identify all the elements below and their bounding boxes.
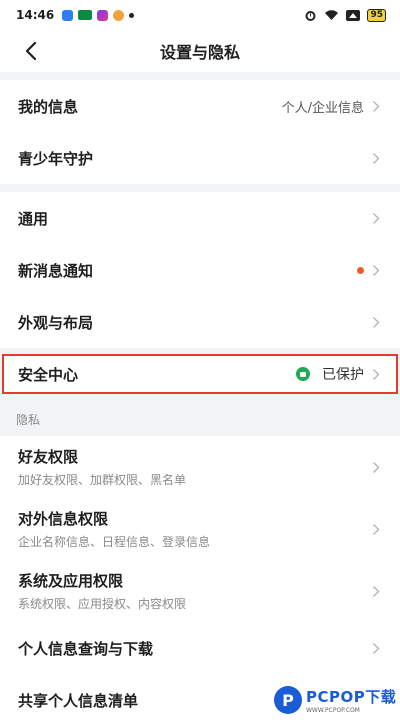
row-security-center[interactable]: 安全中心 已保护	[2, 354, 398, 394]
app-notification-icon	[78, 10, 93, 20]
chevron-right-icon	[372, 212, 380, 225]
back-arrow-icon	[25, 41, 37, 61]
group-privacy: 好友权限 加好友权限、加群权限、黑名单 对外信息权限 企业名称信息、日程信息、登…	[0, 436, 400, 720]
group-general: 通用 新消息通知 外观与布局	[0, 192, 400, 348]
row-right: 个人/企业信息	[282, 97, 380, 116]
more-notifications-icon	[129, 12, 135, 18]
row-title: 我的信息	[18, 97, 79, 116]
row-right: 已保护	[296, 364, 380, 384]
row-subtitle: 加好友权限、加群权限、黑名单	[18, 473, 187, 487]
chevron-right-icon	[372, 642, 380, 655]
row-right	[357, 264, 380, 277]
row-right	[372, 212, 380, 225]
group-account: 我的信息 个人/企业信息 青少年守护	[0, 80, 400, 184]
row-right	[372, 642, 380, 655]
shield-check-icon	[296, 367, 310, 381]
row-appearance-layout[interactable]: 外观与布局	[0, 296, 400, 348]
row-title: 青少年守护	[18, 149, 94, 168]
page-title: 设置与隐私	[159, 43, 240, 62]
row-title: 通用	[18, 209, 49, 228]
chevron-right-icon	[372, 152, 380, 165]
row-title: 共享个人信息清单	[18, 691, 139, 710]
watermark-text: PCPOP下载 WWW.PCPOP.COM	[306, 686, 396, 714]
status-time: 14:46	[16, 8, 55, 22]
status-app-icons	[62, 9, 135, 21]
chevron-right-icon	[372, 585, 380, 598]
row-right	[372, 523, 380, 536]
row-title: 新消息通知	[18, 261, 94, 280]
section-header-privacy: 隐私	[0, 402, 400, 436]
row-value: 个人/企业信息	[281, 100, 364, 116]
row-external-info-permissions[interactable]: 对外信息权限 企业名称信息、日程信息、登录信息	[0, 498, 400, 560]
watermark-main: PCPOP下载	[306, 688, 397, 706]
row-right	[372, 152, 380, 165]
status-right: 95	[304, 8, 386, 22]
app-notification-icon	[62, 9, 74, 21]
chevron-right-icon	[372, 316, 380, 329]
chevron-right-icon	[372, 264, 380, 277]
row-title: 外观与布局	[18, 313, 94, 332]
watermark-sub: WWW.PCPOP.COM	[306, 707, 360, 714]
row-title: 个人信息查询与下载	[18, 639, 154, 658]
row-teen-protection[interactable]: 青少年守护	[0, 132, 400, 184]
chevron-right-icon	[372, 461, 380, 474]
row-title: 安全中心	[18, 365, 79, 384]
row-title: 对外信息权限	[18, 510, 109, 528]
row-right	[372, 461, 380, 474]
row-friend-permissions[interactable]: 好友权限 加好友权限、加群权限、黑名单	[0, 436, 400, 498]
row-right	[372, 316, 380, 329]
watermark: P PCPOP下载 WWW.PCPOP.COM	[272, 680, 398, 720]
battery-indicator: 95	[367, 8, 386, 22]
divider	[0, 184, 400, 192]
wifi-icon	[325, 10, 339, 20]
row-texts: 系统及应用权限 系统权限、应用授权、内容权限	[18, 570, 186, 612]
status-bar: 14:46 95	[0, 0, 400, 30]
chevron-right-icon	[372, 523, 380, 536]
sim-icon	[346, 9, 361, 21]
back-button[interactable]	[18, 38, 44, 64]
row-subtitle: 系统权限、应用授权、内容权限	[18, 597, 187, 611]
row-my-info[interactable]: 我的信息 个人/企业信息	[0, 80, 400, 132]
row-system-app-permissions[interactable]: 系统及应用权限 系统权限、应用授权、内容权限	[0, 560, 400, 622]
row-title: 系统及应用权限	[18, 572, 124, 590]
pcpop-logo-icon: P	[274, 686, 302, 714]
row-subtitle: 企业名称信息、日程信息、登录信息	[18, 535, 211, 549]
row-personal-info-download[interactable]: 个人信息查询与下载	[0, 622, 400, 674]
alarm-icon	[305, 10, 316, 21]
app-notification-icon	[97, 9, 109, 21]
row-general[interactable]: 通用	[0, 192, 400, 244]
divider	[0, 72, 400, 80]
row-new-message-notification[interactable]: 新消息通知	[0, 244, 400, 296]
security-status: 已保护	[322, 367, 364, 383]
chevron-right-icon	[372, 100, 380, 113]
unread-dot	[357, 266, 364, 274]
row-right	[372, 585, 380, 598]
row-texts: 对外信息权限 企业名称信息、日程信息、登录信息	[18, 508, 210, 550]
weibo-icon	[113, 9, 125, 21]
nav-bar: 设置与隐私	[0, 30, 400, 72]
row-title: 好友权限	[18, 448, 79, 466]
chevron-right-icon	[372, 368, 380, 381]
row-texts: 好友权限 加好友权限、加群权限、黑名单	[18, 446, 186, 488]
